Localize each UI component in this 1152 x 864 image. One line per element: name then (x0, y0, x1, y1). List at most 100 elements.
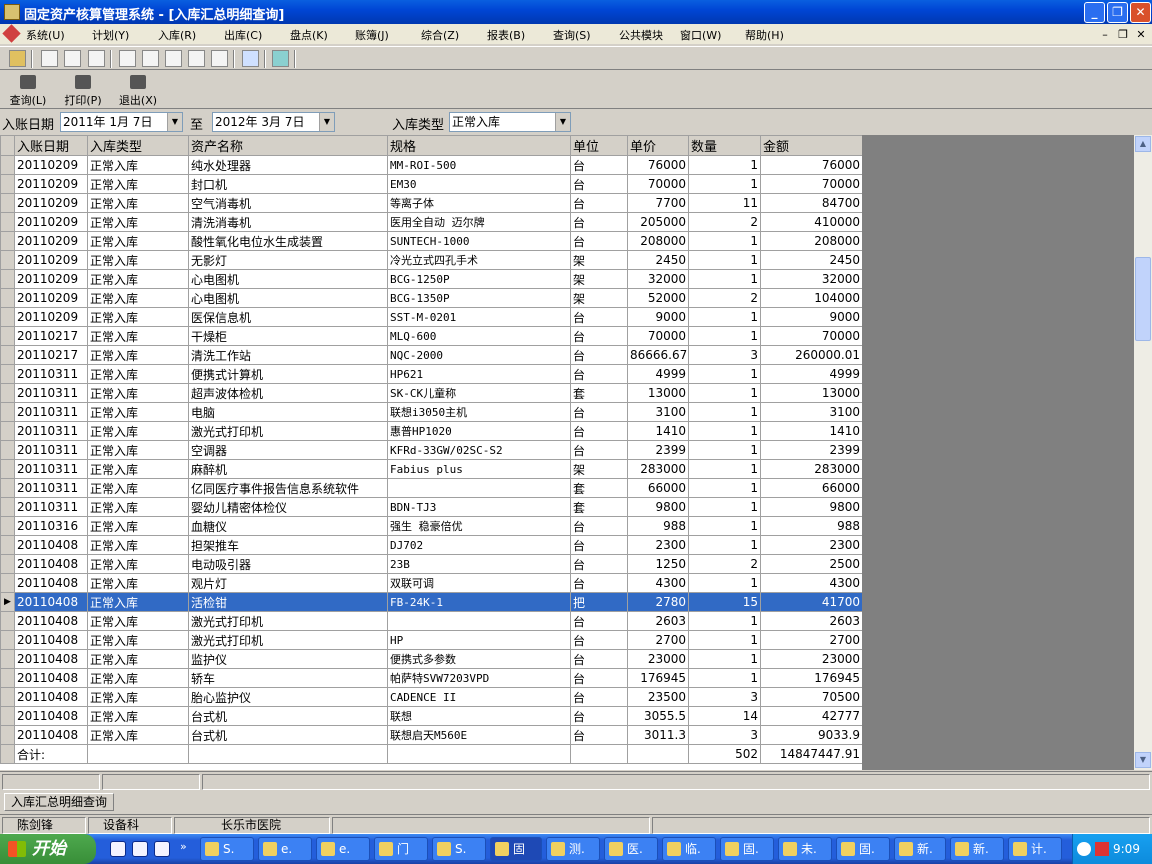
cell-amount[interactable]: 104000 (760, 288, 863, 308)
query-button[interactable]: 查询(L) (6, 73, 50, 108)
cell-unit[interactable]: 台 (570, 706, 628, 726)
calculator-icon[interactable] (165, 50, 182, 67)
cell-type[interactable]: 正常入库 (87, 592, 189, 612)
row-indicator[interactable] (0, 725, 15, 745)
cell-amount[interactable]: 42777 (760, 706, 863, 726)
row-indicator[interactable] (0, 364, 15, 384)
cell-unit-price[interactable]: 70000 (627, 326, 689, 346)
cell-type[interactable]: 正常入库 (87, 345, 189, 365)
cell-quantity[interactable]: 1 (688, 383, 761, 403)
quicklaunch-icon[interactable] (110, 841, 126, 857)
cell-date[interactable]: 20110408 (14, 649, 88, 669)
row-indicator[interactable] (0, 611, 15, 631)
cell-unit-price[interactable]: 3100 (627, 402, 689, 422)
cell-quantity[interactable]: 1 (688, 307, 761, 327)
cell-unit[interactable]: 台 (570, 573, 628, 593)
row-pointer-icon[interactable]: ▶ (0, 592, 15, 612)
cell-date[interactable]: 20110209 (14, 193, 88, 213)
cell-unit[interactable]: 台 (570, 364, 628, 384)
cell-unit-price[interactable]: 9800 (627, 497, 689, 517)
cell-quantity[interactable]: 2 (688, 212, 761, 232)
table-row[interactable]: 20110408 正常入库 激光式打印机 HP 台 2700 1 2700 (0, 630, 863, 650)
cell-spec[interactable]: 便携式多参数 (387, 649, 571, 669)
cell-quantity[interactable]: 1 (688, 497, 761, 517)
cell-type[interactable]: 正常入库 (87, 649, 189, 669)
cell-unit[interactable]: 套 (570, 497, 628, 517)
cell-type[interactable]: 正常入库 (87, 573, 189, 593)
row-indicator[interactable] (0, 193, 15, 213)
table-row[interactable]: 20110311 正常入库 亿同医疗事件报告信息系统软件套 66000 1 66000 (0, 478, 863, 498)
cell-amount[interactable]: 208000 (760, 231, 863, 251)
table-row[interactable]: 20110209 正常入库 封口机 EM30 台 70000 1 70000 (0, 174, 863, 194)
mdi-minimize-button[interactable]: – (1098, 28, 1112, 41)
cell-amount[interactable]: 2450 (760, 250, 863, 270)
cell-quantity[interactable]: 1 (688, 250, 761, 270)
cell-unit-price[interactable]: 2300 (627, 535, 689, 555)
taskbar-button[interactable]: 未. (778, 837, 832, 861)
table-row[interactable]: 20110311 正常入库 麻醉机 Fabius plus 架 283000 1 283000 (0, 459, 863, 479)
cell-type[interactable]: 正常入库 (87, 269, 189, 289)
cell-unit[interactable]: 套 (570, 383, 628, 403)
cell-spec[interactable] (387, 478, 571, 498)
cell-amount[interactable]: 2603 (760, 611, 863, 631)
cell-unit-price[interactable]: 32000 (627, 269, 689, 289)
cell-unit-price[interactable]: 1250 (627, 554, 689, 574)
cell-spec[interactable]: 冷光立式四孔手术 (387, 250, 571, 270)
cell-unit-price[interactable]: 3055.5 (627, 706, 689, 726)
cell-asset-name[interactable]: 心电图机 (188, 269, 388, 289)
cell-spec[interactable]: 联想i3050主机 (387, 402, 571, 422)
cell-unit[interactable]: 台 (570, 611, 628, 631)
cell-unit-price[interactable]: 23000 (627, 649, 689, 669)
export-icon[interactable] (64, 50, 81, 67)
cell-unit[interactable]: 台 (570, 687, 628, 707)
cell-date[interactable]: 20110408 (14, 554, 88, 574)
cell-type[interactable]: 正常入库 (87, 307, 189, 327)
cell-unit-price[interactable]: 2780 (627, 592, 689, 612)
cell-quantity[interactable]: 1 (688, 174, 761, 194)
table-row[interactable]: 20110311 正常入库 激光式打印机 惠普HP1020 台 1410 1 1410 (0, 421, 863, 441)
cell-amount[interactable]: 988 (760, 516, 863, 536)
cell-unit-price[interactable]: 988 (627, 516, 689, 536)
cell-asset-name[interactable]: 活检钳 (188, 592, 388, 612)
cell-date[interactable]: 20110311 (14, 402, 88, 422)
taskbar-button[interactable]: 门 (374, 837, 428, 861)
row-indicator[interactable] (0, 250, 15, 270)
cell-amount[interactable]: 410000 (760, 212, 863, 232)
cell-spec[interactable]: 帕萨特SVW7203VPD (387, 668, 571, 688)
clipboard-icon[interactable] (88, 50, 105, 67)
cell-unit[interactable]: 架 (570, 459, 628, 479)
row-indicator[interactable] (0, 649, 15, 669)
date-to-picker[interactable]: 2012年 3月 7日 ▼ (212, 112, 335, 132)
row-indicator[interactable] (0, 668, 15, 688)
row-indicator[interactable] (0, 383, 15, 403)
table-row[interactable]: ▶ 20110408 正常入库 活检钳 FB-24K-1 把 2780 15 41700 (0, 592, 863, 612)
cell-unit-price[interactable]: 2603 (627, 611, 689, 631)
taskbar-button[interactable]: 新. (894, 837, 946, 861)
cell-asset-name[interactable]: 便携式计算机 (188, 364, 388, 384)
cell-date[interactable]: 20110408 (14, 668, 88, 688)
col-header-unit-price[interactable]: 单价 (627, 135, 689, 156)
row-indicator[interactable] (0, 326, 15, 346)
cell-asset-name[interactable]: 麻醉机 (188, 459, 388, 479)
cell-date[interactable]: 20110209 (14, 212, 88, 232)
cell-unit-price[interactable]: 70000 (627, 174, 689, 194)
date-from-picker[interactable]: 2011年 1月 7日 ▼ (60, 112, 183, 132)
row-indicator[interactable] (0, 706, 15, 726)
cell-unit-price[interactable]: 3011.3 (627, 725, 689, 745)
cell-spec[interactable]: 双联可调 (387, 573, 571, 593)
cell-amount[interactable]: 23000 (760, 649, 863, 669)
col-header-spec[interactable]: 规格 (387, 135, 571, 156)
cell-asset-name[interactable]: 监护仪 (188, 649, 388, 669)
menu-outbound[interactable]: 出库(C) (224, 27, 262, 43)
cell-asset-name[interactable]: 婴幼儿精密体检仪 (188, 497, 388, 517)
cell-asset-name[interactable]: 担架推车 (188, 535, 388, 555)
cell-amount[interactable]: 76000 (760, 155, 863, 175)
cell-date[interactable]: 20110311 (14, 459, 88, 479)
row-indicator[interactable] (0, 174, 15, 194)
cell-type[interactable]: 正常入库 (87, 174, 189, 194)
cell-asset-name[interactable]: 激光式打印机 (188, 421, 388, 441)
cell-type[interactable]: 正常入库 (87, 421, 189, 441)
cell-type[interactable]: 正常入库 (87, 497, 189, 517)
cell-spec[interactable]: MM-ROI-500 (387, 155, 571, 175)
col-header-type[interactable]: 入库类型 (87, 135, 189, 156)
